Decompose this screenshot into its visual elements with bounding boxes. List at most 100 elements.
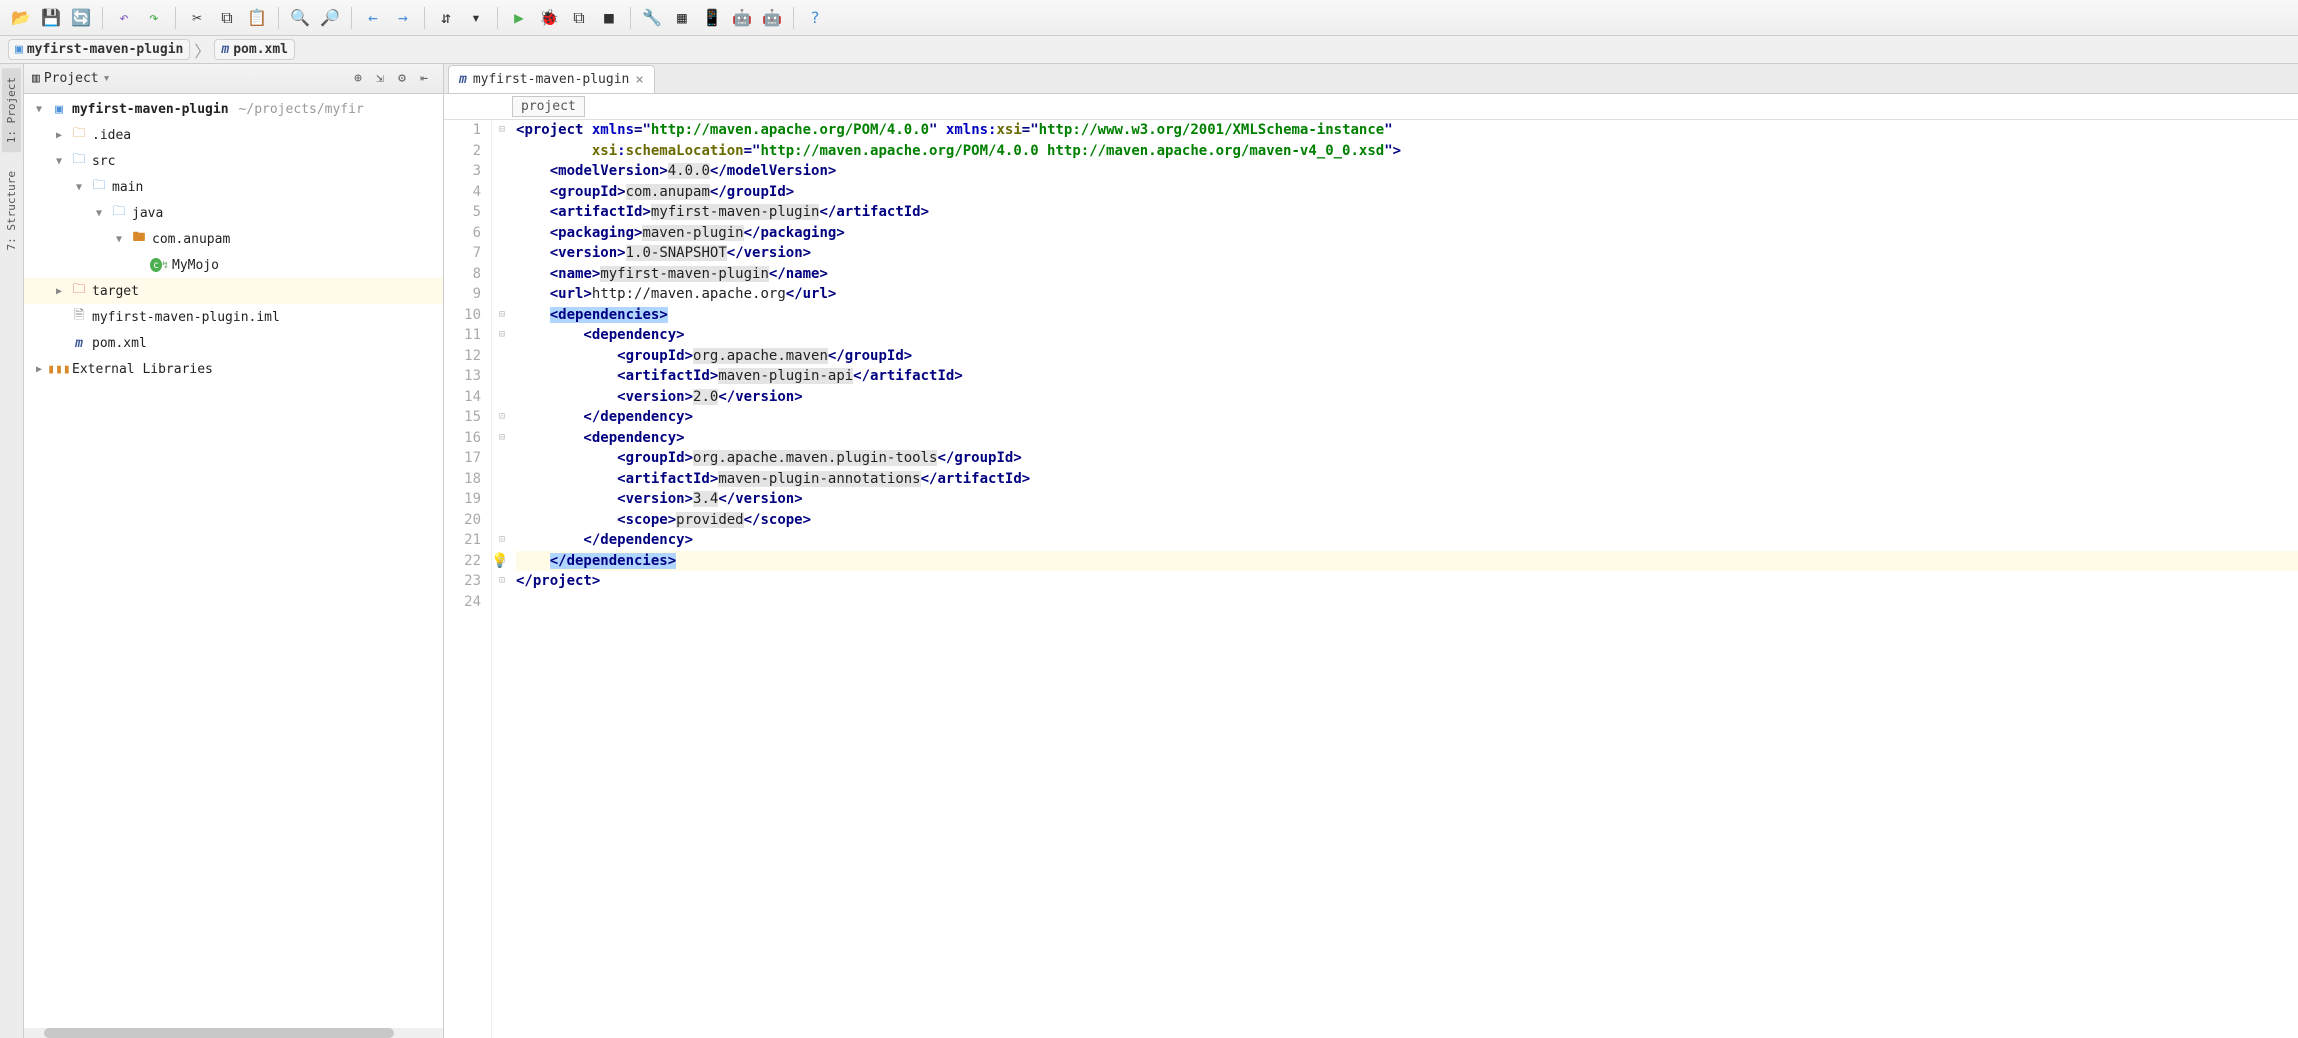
tree-arrow-icon[interactable]: ▼ [92, 208, 106, 219]
line-number[interactable]: 2 [444, 141, 481, 162]
code-line[interactable]: <dependency> [516, 428, 2298, 449]
structure-button[interactable]: ▦ [669, 5, 695, 31]
tree-node[interactable]: ▼🗀src [24, 148, 443, 174]
code-line[interactable]: <modelVersion>4.0.0</modelVersion> [516, 161, 2298, 182]
fold-marker[interactable] [492, 284, 512, 305]
code-line[interactable]: <groupId>com.anupam</groupId> [516, 182, 2298, 203]
code-line[interactable] [516, 592, 2298, 613]
settings-button[interactable]: ⚙ [391, 68, 413, 90]
code-editor[interactable]: 123456789101112131415161718192021222324 … [444, 120, 2298, 1038]
cut-button[interactable]: ✂ [184, 5, 210, 31]
tree-node[interactable]: ▶🗀.idea [24, 122, 443, 148]
line-number[interactable]: 23 [444, 571, 481, 592]
code-line[interactable]: <url>http://maven.apache.org</url> [516, 284, 2298, 305]
code-line[interactable]: </project> [516, 571, 2298, 592]
view-mode-dropdown-icon[interactable]: ▾ [103, 71, 111, 86]
fold-marker[interactable]: ⊡ [492, 551, 512, 572]
fold-marker[interactable]: ⊟ [492, 428, 512, 449]
tree-arrow-icon[interactable]: ▶ [32, 364, 46, 375]
fold-marker[interactable] [492, 510, 512, 531]
line-number[interactable]: 7 [444, 243, 481, 264]
device-button[interactable]: 📱 [699, 5, 725, 31]
line-number[interactable]: 8 [444, 264, 481, 285]
line-number[interactable]: 3 [444, 161, 481, 182]
code-line[interactable]: <scope>provided</scope> [516, 510, 2298, 531]
zoom-out-button[interactable]: 🔎 [317, 5, 343, 31]
line-number[interactable]: 11 [444, 325, 481, 346]
tree-arrow-icon[interactable]: ▶ [52, 130, 66, 141]
code-line[interactable]: <artifactId>myfirst-maven-plugin</artifa… [516, 202, 2298, 223]
open-button[interactable]: 📂 [8, 5, 34, 31]
fold-marker[interactable] [492, 161, 512, 182]
line-number[interactable]: 6 [444, 223, 481, 244]
breadcrumb-item[interactable]: mpom.xml [214, 39, 295, 60]
save-button[interactable]: 💾 [38, 5, 64, 31]
sort-button[interactable]: ⇵ [433, 5, 459, 31]
zoom-in-button[interactable]: 🔍 [287, 5, 313, 31]
fold-marker[interactable] [492, 264, 512, 285]
code-line[interactable]: <dependencies> [516, 305, 2298, 326]
copy-button[interactable]: ⧉ [214, 5, 240, 31]
fold-marker[interactable]: ⊟ [492, 305, 512, 326]
undo-button[interactable]: ↶ [111, 5, 137, 31]
code-line[interactable]: </dependency> [516, 530, 2298, 551]
line-number[interactable]: 13 [444, 366, 481, 387]
line-number[interactable]: 15 [444, 407, 481, 428]
breadcrumb-item[interactable]: ▣myfirst-maven-plugin [8, 39, 190, 60]
tree-arrow-icon[interactable]: ▼ [52, 156, 66, 167]
code-line[interactable]: <project xmlns="http://maven.apache.org/… [516, 120, 2298, 141]
code-line[interactable]: <name>myfirst-maven-plugin</name> [516, 264, 2298, 285]
fold-marker[interactable]: ⊡💡 [492, 530, 512, 551]
fold-marker[interactable] [492, 182, 512, 203]
wrench-button[interactable]: 🔧 [639, 5, 665, 31]
tree-node[interactable]: mpom.xml [24, 330, 443, 356]
line-number[interactable]: 5 [444, 202, 481, 223]
target-button[interactable]: ⊕ [347, 68, 369, 90]
code-line[interactable]: xsi:schemaLocation="http://maven.apache.… [516, 141, 2298, 162]
fold-marker[interactable] [492, 387, 512, 408]
debug2-button[interactable]: ⧉ [566, 5, 592, 31]
line-number[interactable]: 20 [444, 510, 481, 531]
fold-marker[interactable] [492, 346, 512, 367]
fold-marker[interactable] [492, 448, 512, 469]
fold-marker[interactable] [492, 243, 512, 264]
paste-button[interactable]: 📋 [244, 5, 270, 31]
tree-node[interactable]: 🗎myfirst-maven-plugin.iml [24, 304, 443, 330]
line-number[interactable]: 16 [444, 428, 481, 449]
code-line[interactable]: <version>3.4</version> [516, 489, 2298, 510]
fold-marker[interactable] [492, 141, 512, 162]
code-line[interactable]: <dependency> [516, 325, 2298, 346]
code-line[interactable]: </dependency> [516, 407, 2298, 428]
tree-arrow-icon[interactable]: ▶ [52, 286, 66, 297]
fold-marker[interactable] [492, 202, 512, 223]
back-button[interactable]: ← [360, 5, 386, 31]
stop-button[interactable]: ■ [596, 5, 622, 31]
line-number[interactable]: 12 [444, 346, 481, 367]
tree-node[interactable]: ▼▣myfirst-maven-plugin~/projects/myfir [24, 96, 443, 122]
tree-node[interactable]: ▼🗀main [24, 174, 443, 200]
tree-arrow-icon[interactable]: ▼ [32, 104, 46, 115]
fold-marker[interactable]: ⊟ [492, 325, 512, 346]
code-line[interactable]: <version>1.0-SNAPSHOT</version> [516, 243, 2298, 264]
android-button[interactable]: 🤖 [729, 5, 755, 31]
line-number[interactable]: 1 [444, 120, 481, 141]
code-content[interactable]: <project xmlns="http://maven.apache.org/… [512, 120, 2298, 1038]
line-number[interactable]: 17 [444, 448, 481, 469]
project-panel-title[interactable]: Project [44, 71, 99, 86]
line-number[interactable]: 24 [444, 592, 481, 613]
forward-button[interactable]: → [390, 5, 416, 31]
tool-window-tab[interactable]: 7: Structure [2, 162, 21, 259]
collapse-button[interactable]: ⇲ [369, 68, 391, 90]
line-number[interactable]: 14 [444, 387, 481, 408]
code-line[interactable]: <groupId>org.apache.maven</groupId> [516, 346, 2298, 367]
fold-gutter[interactable]: ⊟⊟⊟⊡⊟⊡💡⊡⊡ [492, 120, 512, 1038]
breadcrumb-chip[interactable]: project [512, 96, 585, 117]
code-line[interactable]: <version>2.0</version> [516, 387, 2298, 408]
dropdown-button[interactable]: ▾ [463, 5, 489, 31]
line-number[interactable]: 19 [444, 489, 481, 510]
tree-arrow-icon[interactable]: ▼ [72, 182, 86, 193]
code-line[interactable]: <groupId>org.apache.maven.plugin-tools</… [516, 448, 2298, 469]
line-number[interactable]: 4 [444, 182, 481, 203]
code-line[interactable]: <packaging>maven-plugin</packaging> [516, 223, 2298, 244]
tree-node[interactable]: ▶▮▮▮External Libraries [24, 356, 443, 382]
